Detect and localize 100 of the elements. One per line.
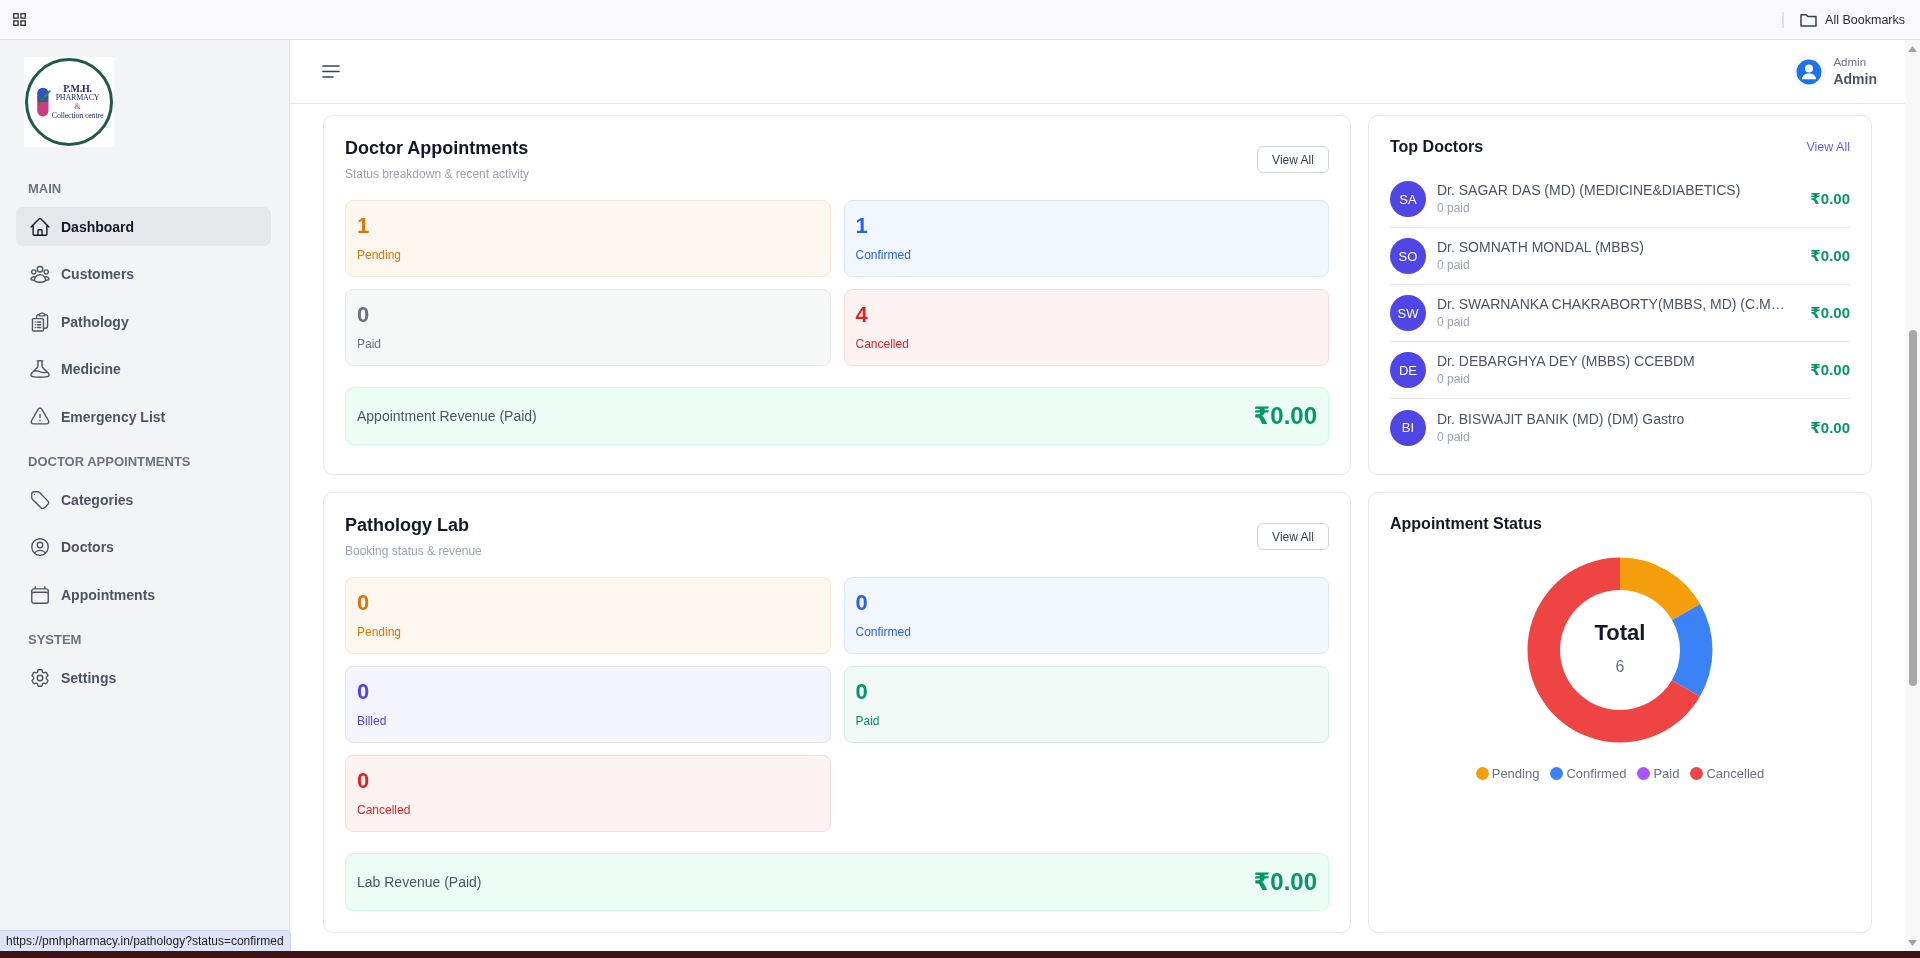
stat-label: Billed — [357, 714, 387, 729]
stat-tile[interactable]: 0 Billed — [345, 666, 831, 743]
revenue-label: Lab Revenue (Paid) — [357, 874, 482, 890]
stat-tile[interactable]: 0 Cancelled — [345, 755, 831, 832]
stat-tile[interactable]: 4 Cancelled — [843, 289, 1329, 366]
stat-label: Pending — [357, 625, 402, 640]
legend-label: Pending — [1491, 766, 1540, 781]
scroll-down-icon[interactable] — [1908, 940, 1917, 946]
doctor-revenue: ₹0.00 — [1810, 304, 1850, 322]
stat-value: 4 — [855, 302, 868, 328]
doctor-name: Dr. BISWAJIT BANIK (MD) (DM) Gastro — [1437, 410, 1685, 428]
sidebar-item[interactable]: Dashboard — [16, 207, 271, 246]
stat-label: Confirmed — [855, 625, 911, 640]
logo-text: Collection centre — [51, 111, 104, 121]
doctor-name: Dr. SOMNATH MONDAL (MBBS) — [1437, 239, 1644, 256]
scrollbar-thumb[interactable] — [1908, 330, 1917, 686]
card-title: Appointment Status — [1390, 514, 1542, 534]
legend-label: Paid — [1653, 766, 1680, 781]
user-avatar-icon[interactable] — [1793, 55, 1826, 88]
stat-label: Cancelled — [357, 803, 411, 818]
doctor-avatar: SA — [1390, 181, 1426, 217]
view-all-button[interactable]: View All — [1257, 146, 1329, 173]
clipboard-list-icon — [29, 310, 51, 333]
flask-icon — [29, 358, 51, 380]
stat-value: 0 — [855, 590, 868, 616]
apps-grid-icon[interactable] — [13, 13, 26, 26]
chart-center-label: Total — [1594, 621, 1646, 645]
status-url-tooltip: https://pmhpharmacy.in/pathology?status=confirmed — [0, 930, 291, 951]
stat-value: 0 — [855, 679, 868, 705]
stat-tile[interactable]: 0 Paid — [843, 666, 1329, 743]
doctor-paid-count: 0 paid — [1437, 201, 1470, 216]
sidebar-section-label: MAIN — [27, 181, 63, 197]
doctor-paid-count: 0 paid — [1437, 258, 1470, 273]
stat-value: 0 — [357, 590, 370, 616]
doctor-paid-count: 0 paid — [1437, 315, 1470, 330]
stat-value: 0 — [357, 302, 370, 328]
logo-text: PHARMACY — [55, 94, 100, 103]
stat-label: Paid — [357, 337, 382, 352]
card-subtitle: Status breakdown & recent activity — [345, 167, 530, 182]
view-all-link[interactable]: View All — [1806, 140, 1850, 154]
sidebar-item[interactable]: Customers — [16, 254, 271, 294]
chart-center-value: 6 — [1615, 658, 1625, 676]
sidebar-item[interactable]: Emergency List — [16, 397, 271, 436]
warning-icon — [29, 405, 51, 428]
stat-value: 1 — [855, 213, 868, 239]
doctor-name: Dr. SAGAR DAS (MD) (MEDICINE&DIABETICS) — [1437, 182, 1741, 199]
doctor-revenue: ₹0.00 — [1810, 247, 1850, 265]
doctor-avatar: DE — [1390, 352, 1426, 388]
calendar-icon — [29, 583, 51, 606]
view-all-button[interactable]: View All — [1257, 523, 1329, 550]
logo-text: P.M.H. — [63, 83, 92, 95]
doctor-name: Dr. DEBARGHYA DEY (MBBS) CCEBDM — [1437, 353, 1695, 370]
settings-icon — [29, 666, 51, 689]
stat-value: 1 — [357, 213, 370, 239]
sidebar-item[interactable]: Doctors — [16, 527, 271, 567]
tag-icon — [29, 488, 51, 511]
sidebar-item[interactable]: Settings — [16, 658, 271, 697]
people-icon — [29, 263, 51, 285]
capsule-leaf-icon — [35, 87, 51, 117]
user-role: Admin — [1833, 56, 1868, 68]
revenue-amount: ₹0.00 — [1253, 868, 1317, 896]
house-icon — [29, 215, 51, 238]
doctor-revenue: ₹0.00 — [1810, 361, 1850, 379]
doctor-revenue: ₹0.00 — [1810, 418, 1850, 437]
legend-label: Confirmed — [1566, 766, 1627, 781]
sidebar-item[interactable]: Pathology — [16, 302, 271, 341]
doctor-paid-count: 0 paid — [1437, 429, 1470, 445]
menu-icon[interactable] — [322, 65, 340, 78]
legend-label: Cancelled — [1706, 766, 1765, 781]
doctor-revenue: ₹0.00 — [1810, 190, 1850, 208]
sidebar-section-label: DOCTOR APPOINTMENTS — [27, 454, 192, 470]
card-title: Pathology Lab — [345, 514, 470, 536]
stat-tile[interactable]: 1 Confirmed — [843, 200, 1329, 277]
revenue-amount: ₹0.00 — [1253, 402, 1317, 430]
stat-label: Cancelled — [855, 337, 909, 352]
revenue-label: Appointment Revenue (Paid) — [357, 408, 537, 424]
card-title: Doctor Appointments — [345, 137, 530, 159]
doctor-avatar: BI — [1390, 409, 1426, 446]
bookmarks-button[interactable]: All Bookmarks — [1800, 12, 1905, 27]
sidebar-item[interactable]: Medicine — [16, 349, 271, 389]
folder-icon — [1800, 12, 1818, 27]
scroll-up-icon[interactable] — [1908, 46, 1917, 52]
sidebar-item[interactable]: Appointments — [16, 575, 271, 614]
user-name: Admin — [1833, 71, 1877, 87]
stat-label: Confirmed — [855, 248, 911, 263]
logo-text: & — [74, 103, 81, 112]
stat-tile[interactable]: 0 Confirmed — [843, 577, 1329, 654]
stat-tile[interactable]: 0 Paid — [345, 289, 831, 366]
sidebar-item[interactable]: Categories — [16, 480, 271, 519]
doctor-paid-count: 0 paid — [1437, 372, 1470, 387]
stat-value: 0 — [357, 679, 370, 705]
stat-label: Pending — [357, 248, 402, 263]
stat-label: Paid — [855, 714, 880, 729]
sidebar-section-label: SYSTEM — [27, 632, 83, 648]
doctor-avatar: SO — [1390, 238, 1426, 274]
card-subtitle: Booking status & revenue — [345, 544, 482, 559]
doctor-avatar: SW — [1390, 295, 1426, 331]
card-title: Top Doctors — [1390, 137, 1484, 157]
stat-value: 0 — [357, 768, 370, 794]
scrollbar-track[interactable] — [1905, 40, 1920, 951]
